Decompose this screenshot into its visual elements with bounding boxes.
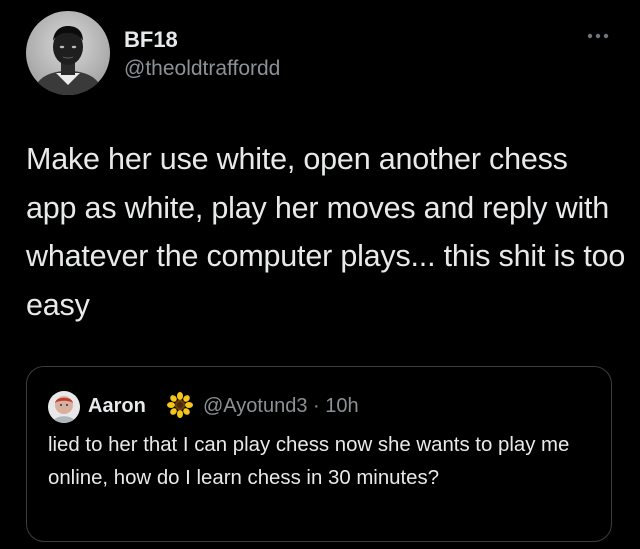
more-horizontal-icon[interactable] xyxy=(584,28,614,39)
quoted-avatar-image xyxy=(48,391,80,423)
sunflower-icon xyxy=(167,392,193,418)
quoted-author-handle-time[interactable]: @Ayotund3 · 10h xyxy=(203,395,359,418)
author-avatar[interactable] xyxy=(26,11,110,95)
tweet-text: Make her use white, open another chess a… xyxy=(26,142,626,323)
quoted-tweet-text: lied to her that I can play chess now sh… xyxy=(48,434,570,489)
avatar-image xyxy=(26,11,110,95)
author-handle[interactable]: @theoldtraffordd xyxy=(124,57,280,81)
quoted-author-avatar[interactable] xyxy=(48,391,80,423)
author-display-name[interactable]: BF18 xyxy=(124,27,178,53)
quoted-author-display-name[interactable]: Aaron xyxy=(88,395,146,418)
